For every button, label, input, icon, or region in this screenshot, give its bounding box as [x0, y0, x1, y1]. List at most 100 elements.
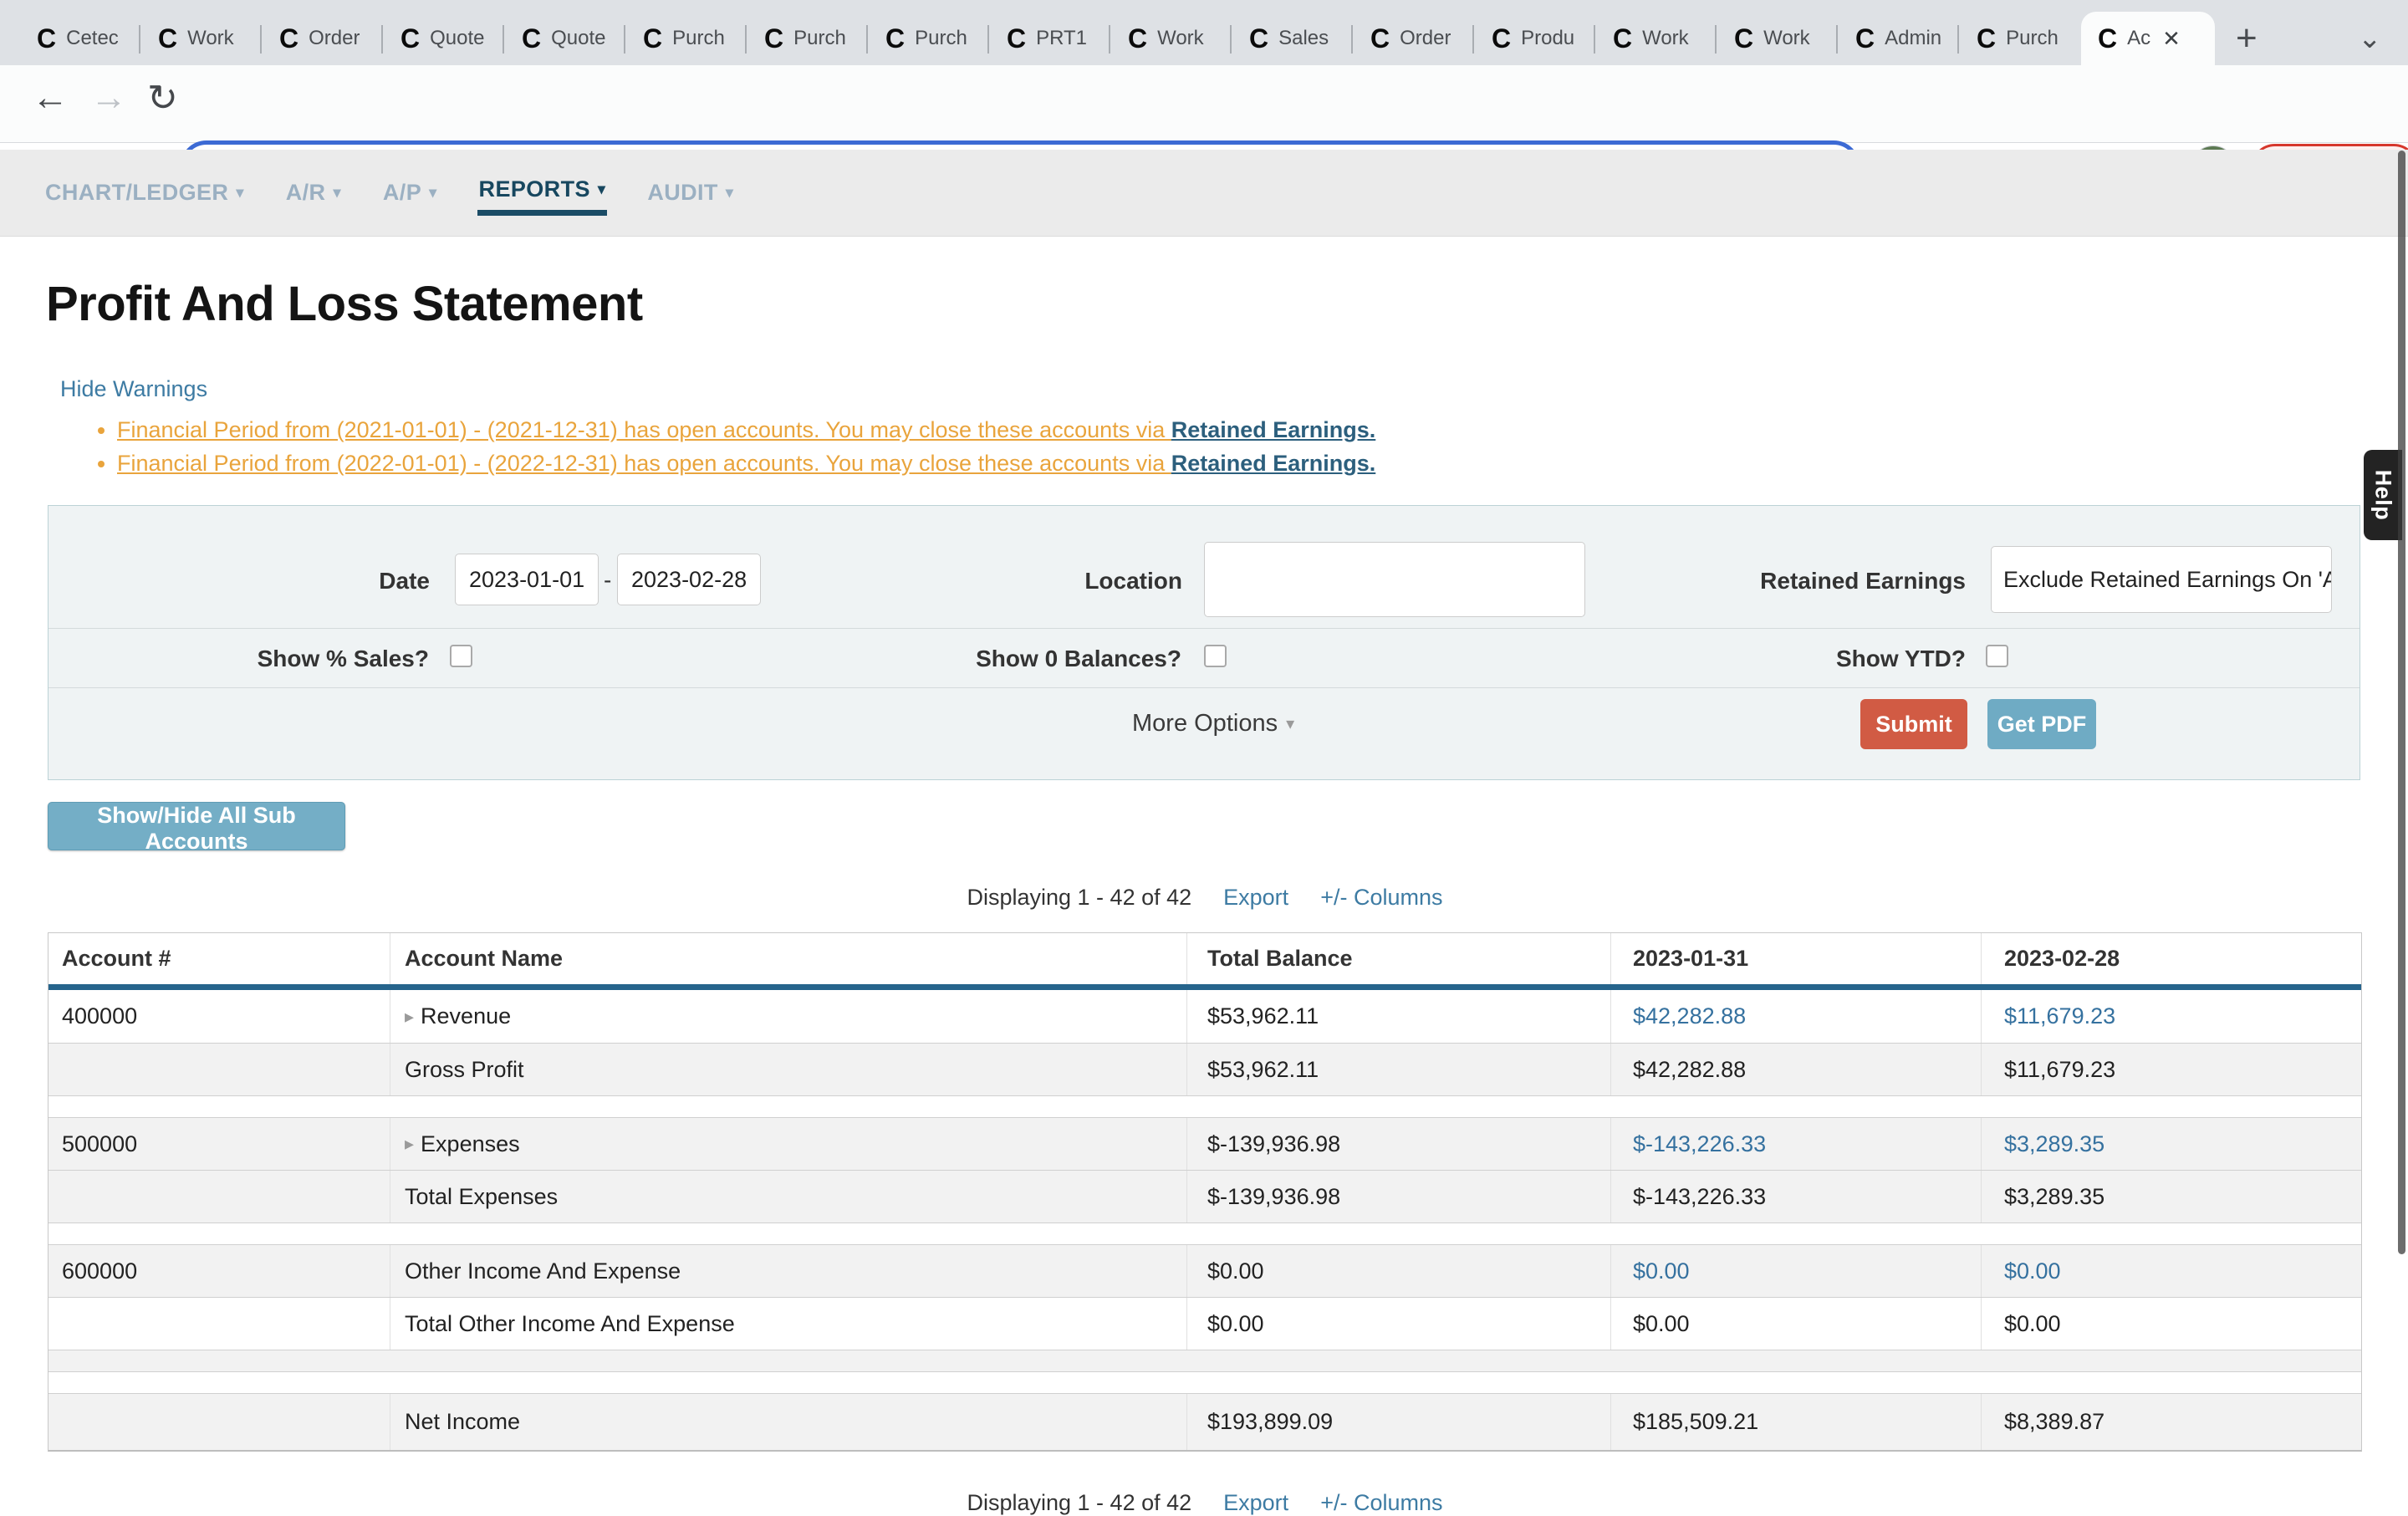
table-row-expenses: 500000 ▸Expenses $-139,936.98 $-143,226.… — [48, 1117, 2361, 1170]
warning-link[interactable]: Financial Period from (2022-01-01) - (20… — [117, 451, 1171, 476]
browser-tab[interactable]: CPurch — [869, 12, 990, 65]
amount-link[interactable]: $0.00 — [1981, 1245, 2360, 1297]
export-link[interactable]: Export — [1223, 1490, 1288, 1516]
cetec-favicon: C — [643, 23, 662, 54]
filter-panel: Date - Location Retained Earnings Exclud… — [48, 505, 2360, 780]
browser-tab[interactable]: CSales — [1232, 12, 1354, 65]
forward-icon[interactable]: → — [90, 77, 127, 119]
col-header-account-num[interactable]: Account # — [48, 933, 390, 984]
show-sales-label: Show % Sales? — [251, 646, 429, 672]
show-zero-label: Show 0 Balances? — [970, 646, 1181, 672]
browser-tab[interactable]: CWork — [141, 12, 263, 65]
displaying-count: Displaying 1 - 42 of 42 — [967, 885, 1191, 911]
browser-tab[interactable]: CWork — [1596, 12, 1717, 65]
more-options-toggle[interactable]: More Options ▾ — [1132, 710, 1294, 738]
cetec-favicon: C — [1128, 23, 1147, 54]
chevron-down-icon: ▾ — [333, 184, 340, 202]
location-input[interactable] — [1204, 542, 1585, 617]
cetec-favicon: C — [37, 23, 56, 54]
browser-tab[interactable]: COrder — [1354, 12, 1475, 65]
warning-item: Financial Period from (2022-01-01) - (20… — [117, 448, 1375, 479]
expand-caret-icon[interactable]: ▸ — [405, 1006, 414, 1028]
scrollbar-thumb[interactable] — [2398, 151, 2405, 1254]
warning-item: Financial Period from (2021-01-01) - (20… — [117, 415, 1375, 446]
chevron-down-icon: ▾ — [1286, 713, 1294, 734]
tab-search-chevron-icon[interactable]: ⌄ — [2358, 22, 2382, 55]
browser-tab[interactable]: CPurch — [747, 12, 869, 65]
amount-link[interactable]: $42,282.88 — [1610, 990, 1981, 1043]
show-ytd-checkbox[interactable] — [1986, 645, 2008, 667]
hide-warnings-link[interactable]: Hide Warnings — [60, 376, 207, 402]
nav-ar[interactable]: A/R▾ — [284, 173, 343, 212]
submit-button[interactable]: Submit — [1860, 699, 1967, 749]
amount-link[interactable]: $0.00 — [1610, 1245, 1981, 1297]
results-toolbar-bottom: Displaying 1 - 42 of 42 Export +/- Colum… — [48, 1490, 2362, 1516]
date-from-input[interactable] — [455, 554, 599, 605]
export-link[interactable]: Export — [1223, 885, 1288, 911]
cetec-favicon: C — [279, 23, 298, 54]
browser-tab-strip: CCetec CWork COrder CQuote CQuote CPurch… — [0, 0, 2408, 65]
get-pdf-button[interactable]: Get PDF — [1987, 699, 2096, 749]
retained-earnings-link[interactable]: Retained Earnings. — [1171, 451, 1376, 476]
table-spacer-row — [48, 1222, 2361, 1244]
cetec-favicon: C — [1370, 23, 1390, 54]
browser-tab[interactable]: COrder — [263, 12, 384, 65]
expand-caret-icon[interactable]: ▸ — [405, 1133, 414, 1155]
tab-close-icon[interactable]: ✕ — [2162, 26, 2181, 52]
retained-earnings-select[interactable]: Exclude Retained Earnings On 'A ∨ — [1991, 546, 2332, 613]
table-row-gross-profit: Gross Profit $53,962.11 $42,282.88 $11,6… — [48, 1043, 2361, 1095]
amount-link[interactable]: $-143,226.33 — [1610, 1118, 1981, 1170]
table-row-revenue: 400000 ▸Revenue $53,962.11 $42,282.88 $1… — [48, 990, 2361, 1043]
browser-tab-active[interactable]: C Ac ✕ — [2081, 12, 2215, 65]
show-sales-checkbox[interactable] — [450, 645, 472, 667]
columns-link[interactable]: +/- Columns — [1320, 885, 1442, 911]
nav-ap[interactable]: A/P▾ — [381, 173, 439, 212]
show-hide-sub-accounts-button[interactable]: Show/Hide All Sub Accounts — [48, 802, 345, 850]
nav-audit[interactable]: AUDIT▾ — [645, 173, 735, 212]
nav-reports[interactable]: REPORTS▾ — [477, 170, 608, 216]
nav-chart-ledger[interactable]: CHART/LEDGER▾ — [43, 173, 246, 212]
cetec-favicon: C — [764, 23, 783, 54]
browser-tab[interactable]: CProdu — [1475, 12, 1596, 65]
cetec-favicon: C — [1977, 23, 1996, 54]
chevron-down-icon: ▾ — [598, 181, 605, 198]
browser-tab[interactable]: CPurch — [626, 12, 747, 65]
browser-tab[interactable]: CWork — [1111, 12, 1232, 65]
browser-tab[interactable]: CPRT1 — [990, 12, 1111, 65]
col-header-period-1[interactable]: 2023-01-31 — [1610, 933, 1981, 984]
table-row-total-expenses: Total Expenses $-139,936.98 $-143,226.33… — [48, 1170, 2361, 1222]
reload-icon[interactable]: ↻ — [147, 77, 178, 120]
browser-tab[interactable]: CAdmin — [1839, 12, 1960, 65]
cetec-favicon: C — [1007, 23, 1026, 54]
col-header-account-name[interactable]: Account Name — [390, 933, 1186, 984]
columns-link[interactable]: +/- Columns — [1320, 1490, 1442, 1516]
date-to-input[interactable] — [617, 554, 761, 605]
table-spacer-row — [48, 1350, 2361, 1371]
warning-link[interactable]: Financial Period from (2021-01-01) - (20… — [117, 417, 1171, 442]
date-range-dash: - — [604, 567, 611, 594]
browser-tab[interactable]: CWork — [1717, 12, 1839, 65]
browser-tab[interactable]: CQuote — [505, 12, 626, 65]
browser-tab[interactable]: CQuote — [384, 12, 505, 65]
amount-link[interactable]: $3,289.35 — [1981, 1118, 2360, 1170]
chevron-down-icon: ▾ — [429, 184, 436, 202]
table-spacer-row — [48, 1371, 2361, 1393]
browser-toolbar: ← → ↻ demo.cetecerp.com/accounting/ext_p… — [0, 65, 2408, 143]
cetec-favicon: C — [158, 23, 177, 54]
table-spacer-row — [48, 1095, 2361, 1117]
browser-tab[interactable]: CPurch — [1960, 12, 2081, 65]
show-zero-checkbox[interactable] — [1204, 645, 1227, 667]
col-header-total-balance[interactable]: Total Balance — [1186, 933, 1610, 984]
warning-list: Financial Period from (2021-01-01) - (20… — [117, 415, 1375, 482]
table-row-other-income: 600000 Other Income And Expense $0.00 $0… — [48, 1244, 2361, 1297]
back-icon[interactable]: ← — [32, 77, 69, 119]
retained-earnings-link[interactable]: Retained Earnings. — [1171, 417, 1376, 442]
help-tab[interactable]: Help — [2364, 450, 2402, 540]
amount-link[interactable]: $11,679.23 — [1981, 990, 2360, 1043]
browser-tab[interactable]: CCetec — [20, 12, 141, 65]
cetec-favicon: C — [1613, 23, 1632, 54]
col-header-period-2[interactable]: 2023-02-28 — [1981, 933, 2360, 984]
page-title: Profit And Loss Statement — [46, 276, 643, 332]
cetec-favicon: C — [885, 23, 905, 54]
new-tab-button[interactable]: + — [2236, 20, 2258, 57]
